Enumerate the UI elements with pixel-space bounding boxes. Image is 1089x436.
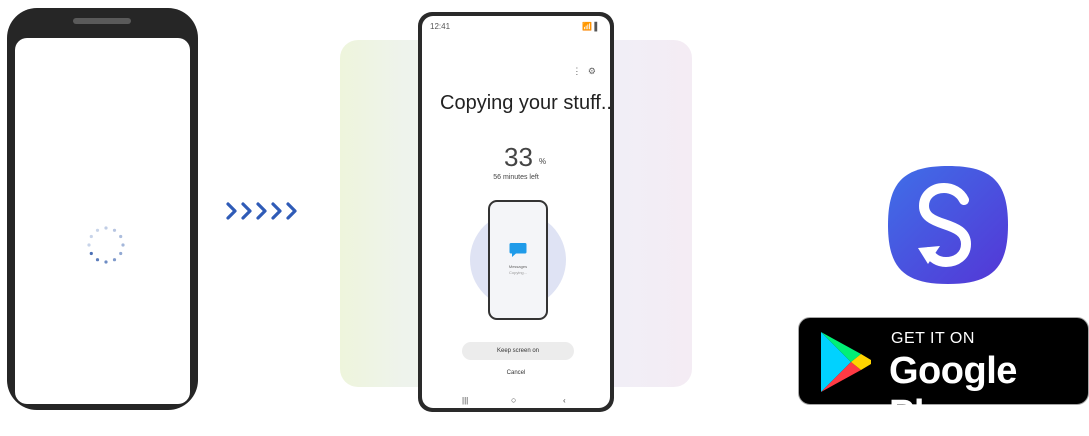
- inner-phone-illustration: Messages Copying...: [488, 200, 548, 320]
- keep-screen-on-button[interactable]: Keep screen on: [462, 342, 574, 360]
- current-item-label: Messages: [508, 264, 528, 269]
- chevrons-right-icon: [226, 202, 297, 220]
- percent-symbol: %: [539, 157, 547, 166]
- status-icons: 📶 ▌: [582, 22, 600, 31]
- recent-apps-button[interactable]: |||: [462, 396, 468, 405]
- cancel-button[interactable]: Cancel: [422, 370, 610, 376]
- google-play-text: Google Play: [889, 350, 1017, 435]
- more-options-icon[interactable]: ⋮ ⚙: [572, 66, 598, 77]
- copying-title: Copying your stuff...: [440, 92, 610, 114]
- navigation-bar: ||| ○ ‹: [422, 395, 610, 406]
- google-play-logo-icon: [821, 332, 871, 392]
- loading-spinner-icon: [87, 226, 125, 264]
- new-phone: 12:41 📶 ▌ ⋮ ⚙ Copying your stuff... 33 %…: [418, 12, 614, 412]
- progress-percent: 33: [504, 142, 533, 172]
- status-time: 12:41: [430, 22, 451, 31]
- old-phone: [7, 8, 198, 410]
- current-item-status: Copying...: [508, 270, 527, 275]
- phone-speaker: [73, 18, 131, 24]
- old-phone-screen: [15, 38, 190, 404]
- get-it-on-text: GET IT ON: [891, 330, 975, 347]
- smart-switch-app-icon[interactable]: [888, 166, 1008, 284]
- time-remaining: 56 minutes left: [493, 174, 539, 181]
- messages-icon: [509, 243, 527, 257]
- back-button[interactable]: ‹: [563, 396, 566, 405]
- home-button[interactable]: ○: [511, 395, 516, 405]
- new-phone-screen: 12:41 📶 ▌ ⋮ ⚙ Copying your stuff... 33 %…: [422, 16, 610, 408]
- google-play-badge[interactable]: GET IT ON Google Play: [798, 317, 1089, 435]
